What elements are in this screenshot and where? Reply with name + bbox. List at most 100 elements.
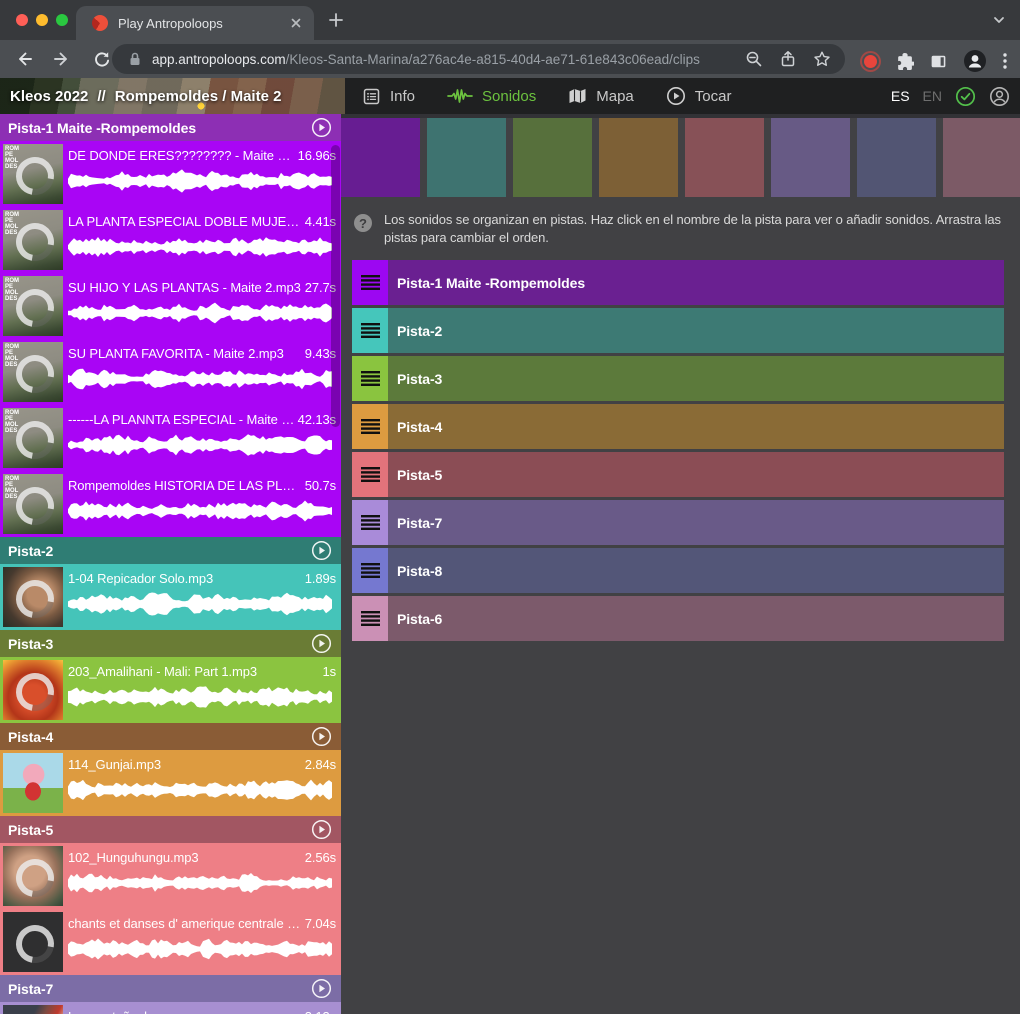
nav-item-mapa[interactable]: Mapa (568, 87, 634, 105)
play-track-button[interactable] (311, 540, 332, 561)
browser-tab[interactable]: Play Antropoloops (76, 6, 314, 40)
clip-item[interactable]: ROM PE MOL DESSU PLANTA FAVORITA - Maite… (0, 339, 341, 405)
profile-avatar[interactable] (963, 49, 987, 73)
loop-cell[interactable] (341, 118, 420, 197)
sidebar-scrollbar-thumb[interactable] (331, 145, 340, 427)
side-panel-icon[interactable] (929, 52, 948, 71)
nav-item-info[interactable]: Info (362, 87, 415, 106)
extensions-puzzle-icon[interactable] (895, 52, 914, 71)
clip-item[interactable]: ROM PE MOL DESDE DONDE ERES???????? - Ma… (0, 141, 341, 207)
loop-cell[interactable] (943, 118, 1020, 197)
clip-item[interactable]: chants et danses d' amerique centrale - … (0, 909, 341, 975)
loop-cell[interactable] (857, 118, 936, 197)
track-header[interactable]: Pista-1 Maite -Rompemoldes (0, 114, 341, 141)
play-track-button[interactable] (311, 117, 332, 138)
clip-item[interactable]: 1-04 Repicador Solo.mp31.89s (0, 564, 341, 630)
play-track-button[interactable] (311, 819, 332, 840)
back-button[interactable] (14, 49, 34, 69)
record-extension-icon[interactable] (864, 55, 877, 68)
track-row-body[interactable]: Pista-2 (388, 308, 1004, 353)
clip-item[interactable]: ROM PE MOL DESLA PLANTA ESPECIAL DOBLE M… (0, 207, 341, 273)
track-header[interactable]: Pista-5 (0, 816, 341, 843)
track-row-body[interactable]: Pista-3 (388, 356, 1004, 401)
track-section: Pista-21-04 Repicador Solo.mp31.89s (0, 537, 341, 630)
nav-item-tocar[interactable]: Tocar (666, 86, 732, 106)
clip-item[interactable]: ROM PE MOL DESSU HIJO Y LAS PLANTAS - Ma… (0, 273, 341, 339)
reload-button[interactable] (92, 49, 112, 69)
clip-title: SU PLANTA FAVORITA - Maite 2.mp3 (68, 346, 302, 361)
track-row-body[interactable]: Pista-1 Maite -Rompemoldes (388, 260, 1004, 305)
track-row[interactable]: Pista-8 (352, 548, 1004, 593)
share-icon[interactable] (779, 50, 797, 68)
breadcrumb[interactable]: Kleos 2022 // Rompemoldes / Maite 2 (10, 78, 281, 114)
new-tab-button[interactable] (327, 11, 345, 29)
track-drag-handle[interactable] (352, 356, 388, 401)
play-track-button[interactable] (311, 633, 332, 654)
track-row[interactable]: Pista-5 (352, 452, 1004, 497)
track-row-body[interactable]: Pista-4 (388, 404, 1004, 449)
track-name: Pista-3 (8, 636, 53, 652)
loop-cell[interactable] (427, 118, 506, 197)
nav-label-sonidos: Sonidos (482, 88, 536, 105)
track-drag-handle[interactable] (352, 260, 388, 305)
content-area: Pista-1 Maite -RompemoldesROM PE MOL DES… (0, 114, 1020, 1014)
track-drag-handle[interactable] (352, 452, 388, 497)
play-track-button[interactable] (311, 726, 332, 747)
track-row[interactable]: Pista-1 Maite -Rompemoldes (352, 260, 1004, 305)
lang-toggle-en[interactable]: EN (923, 88, 942, 104)
account-icon[interactable] (989, 86, 1010, 107)
lock-icon[interactable] (128, 51, 142, 67)
macos-close-button[interactable] (16, 14, 28, 26)
clip-item[interactable]: 102_Hunguhungu.mp32.56s (0, 843, 341, 909)
loop-cell[interactable] (513, 118, 592, 197)
track-row-body[interactable]: Pista-7 (388, 500, 1004, 545)
tab-close-icon[interactable] (288, 15, 304, 31)
clip-waveform (68, 232, 332, 262)
track-row-body[interactable]: Pista-5 (388, 452, 1004, 497)
screenshot-root: { "browser": { "tab": { "title": "Play A… (0, 0, 1020, 1014)
loop-cell[interactable] (685, 118, 764, 197)
clip-item[interactable]: 114_Gunjai.mp32.84s (0, 750, 341, 816)
loop-cell[interactable] (599, 118, 678, 197)
track-drag-handle[interactable] (352, 500, 388, 545)
track-drag-handle[interactable] (352, 548, 388, 593)
clip-item[interactable]: ROM PE MOL DESRompemoldes HISTORIA DE LA… (0, 471, 341, 537)
clip-item[interactable]: 203_Amalihani - Mali: Part 1.mp31s (0, 657, 341, 723)
track-header[interactable]: Pista-4 (0, 723, 341, 750)
play-track-button[interactable] (311, 978, 332, 999)
track-drag-handle[interactable] (352, 596, 388, 641)
clip-title: ------LA PLANNTA ESPECIAL - Maite 2.mp3 (68, 412, 295, 427)
track-header[interactable]: Pista-2 (0, 537, 341, 564)
url-bar[interactable]: app.antropoloops.com/Kleos-Santa-Marina/… (112, 44, 845, 74)
lang-toggle-es[interactable]: ES (891, 88, 910, 104)
track-row[interactable]: Pista-7 (352, 500, 1004, 545)
clip-duration: 7.04s (305, 916, 336, 931)
tracks-panel: ? Los sonidos se organizan en pistas. Ha… (341, 114, 1020, 1014)
track-drag-handle[interactable] (352, 308, 388, 353)
clip-item[interactable]: Las castañuelas3.13s (0, 1002, 341, 1014)
forward-button[interactable] (52, 49, 72, 69)
drag-handle-icon (361, 611, 380, 626)
track-header[interactable]: Pista-7 (0, 975, 341, 1002)
tab-search-chevron-icon[interactable] (992, 13, 1006, 27)
clip-title: DE DONDE ERES???????? - Maite 2.mp3 (68, 148, 295, 163)
clip-item[interactable]: ROM PE MOL DES------LA PLANNTA ESPECIAL … (0, 405, 341, 471)
track-row-body[interactable]: Pista-6 (388, 596, 1004, 641)
loop-cell[interactable] (771, 118, 850, 197)
thumbnail-overlay-text: ROM PE MOL DES (5, 212, 19, 236)
track-row[interactable]: Pista-3 (352, 356, 1004, 401)
bookmark-star-icon[interactable] (813, 50, 831, 68)
track-row[interactable]: Pista-6 (352, 596, 1004, 641)
kebab-menu-icon[interactable] (1002, 52, 1008, 70)
track-row[interactable]: Pista-2 (352, 308, 1004, 353)
zoom-out-icon[interactable] (745, 50, 763, 68)
track-header[interactable]: Pista-3 (0, 630, 341, 657)
macos-minimize-button[interactable] (36, 14, 48, 26)
drag-handle-icon (361, 275, 380, 290)
track-row[interactable]: Pista-4 (352, 404, 1004, 449)
track-drag-handle[interactable] (352, 404, 388, 449)
macos-zoom-button[interactable] (56, 14, 68, 26)
nav-item-sonidos[interactable]: Sonidos (447, 87, 536, 105)
sync-check-icon[interactable] (955, 86, 976, 107)
track-row-body[interactable]: Pista-8 (388, 548, 1004, 593)
